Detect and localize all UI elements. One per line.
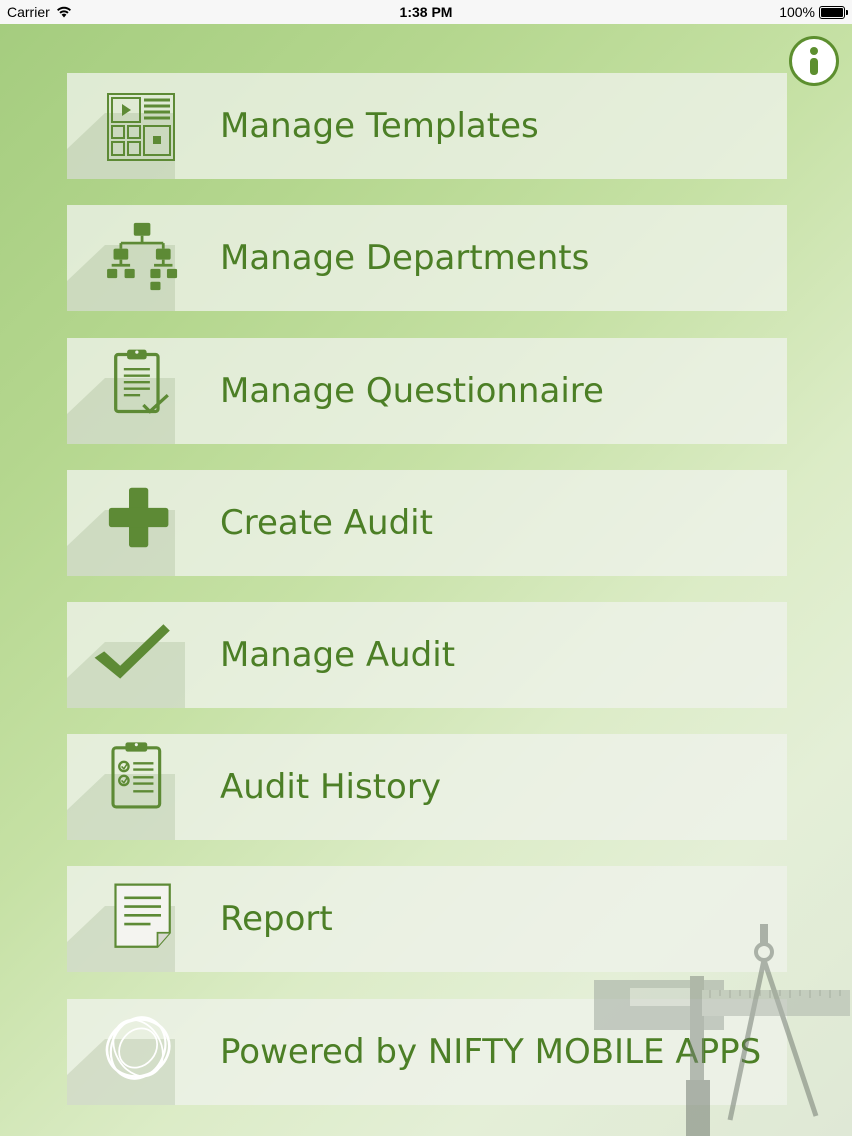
menu-item-report[interactable]: Report — [67, 866, 787, 972]
menu-item-label: Report — [220, 899, 333, 939]
battery-percent: 100% — [779, 4, 815, 20]
plus-icon — [108, 487, 169, 548]
menu-item-powered-by[interactable]: Powered by NIFTY MOBILE APPS — [67, 999, 787, 1105]
info-button[interactable] — [789, 36, 839, 86]
info-icon — [810, 47, 818, 75]
battery-icon — [819, 5, 848, 19]
menu-item-audit-history[interactable]: Audit History — [67, 734, 787, 840]
menu-item-label: Audit History — [220, 767, 441, 807]
org-chart-icon — [107, 222, 178, 291]
status-bar: Carrier 1:38 PM 100% — [0, 0, 852, 24]
menu-item-manage-templates[interactable]: Manage Templates — [67, 73, 787, 179]
document-icon — [114, 883, 171, 948]
menu-item-create-audit[interactable]: Create Audit — [67, 470, 787, 576]
menu-item-manage-questionnaire[interactable]: Manage Questionnaire — [67, 338, 787, 444]
clipboard-check-icon — [114, 349, 169, 414]
menu-item-label: Manage Departments — [220, 238, 590, 278]
checklist-icon — [111, 742, 162, 809]
menu-item-manage-departments[interactable]: Manage Departments — [67, 205, 787, 311]
nifty-logo-icon — [105, 1016, 171, 1080]
checkmark-icon — [94, 624, 170, 679]
menu-item-manage-audit[interactable]: Manage Audit — [67, 602, 787, 708]
battery-indicator: 100% — [779, 4, 848, 20]
menu-item-label: Manage Audit — [220, 635, 456, 675]
menu-item-label: Create Audit — [220, 503, 433, 543]
menu-item-label: Powered by NIFTY MOBILE APPS — [220, 1032, 762, 1072]
menu-item-label: Manage Templates — [220, 106, 539, 146]
clock: 1:38 PM — [399, 4, 453, 20]
templates-icon — [107, 93, 175, 161]
menu-item-label: Manage Questionnaire — [220, 371, 604, 411]
